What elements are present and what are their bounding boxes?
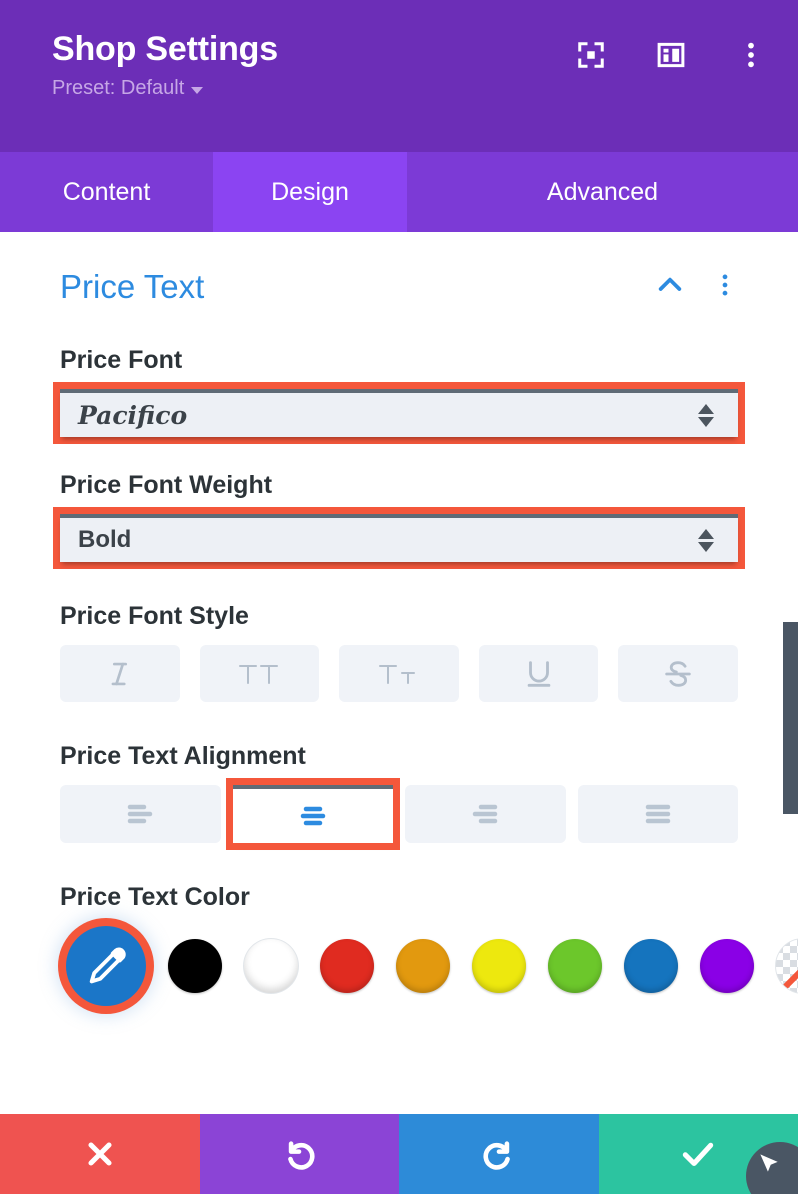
align-justify-button[interactable]: [577, 785, 738, 843]
swatch-transparent[interactable]: [776, 939, 798, 993]
cancel-button[interactable]: [0, 1114, 200, 1194]
label-price-font-weight: Price Font Weight: [60, 471, 273, 499]
label-price-text-alignment: Price Text Alignment: [60, 742, 306, 770]
swatch-white[interactable]: [244, 939, 298, 993]
price-font-select[interactable]: Pacifico: [53, 382, 745, 444]
tab-content[interactable]: Content: [0, 152, 213, 232]
select-spinner-icon: [698, 403, 714, 427]
layout-panel-icon[interactable]: [656, 40, 686, 70]
swatch-orange[interactable]: [396, 939, 450, 993]
underline-button[interactable]: [478, 645, 599, 702]
swatch-black[interactable]: [168, 939, 222, 993]
uppercase-button[interactable]: [199, 645, 320, 702]
redo-button[interactable]: [399, 1114, 599, 1194]
tab-design[interactable]: Design: [213, 152, 407, 232]
price-font-weight-value: Bold: [78, 526, 132, 553]
swatch-red[interactable]: [320, 939, 374, 993]
settings-body: Price Text Price Font Pacifico Price Fon…: [0, 232, 798, 1114]
strikethrough-button[interactable]: [618, 645, 738, 702]
price-text-color-swatches: [60, 926, 798, 1006]
chevron-down-icon: [191, 86, 204, 94]
price-text-alignment-buttons: [60, 778, 738, 850]
cursor-pointer-icon: [760, 1153, 793, 1192]
eyedropper-button[interactable]: [66, 926, 146, 1006]
close-icon: [82, 1136, 118, 1172]
section-overflow-menu-icon[interactable]: [712, 270, 738, 305]
overflow-menu-icon[interactable]: [736, 40, 766, 70]
swatch-yellow[interactable]: [472, 939, 526, 993]
vertical-scrollbar-thumb[interactable]: [783, 622, 798, 814]
label-price-font: Price Font: [60, 346, 183, 374]
redo-arrow-icon: [480, 1135, 518, 1173]
italic-button[interactable]: [60, 645, 180, 702]
settings-tabs: Content Design Advanced: [0, 152, 798, 232]
preset-label: Preset: Default: [52, 77, 185, 99]
price-font-style-buttons: [60, 645, 738, 702]
select-spinner-icon: [698, 528, 714, 552]
align-right-button[interactable]: [405, 785, 566, 843]
section-header-price-text: Price Text: [60, 232, 738, 312]
undo-button[interactable]: [199, 1114, 399, 1194]
tab-advanced[interactable]: Advanced: [407, 152, 798, 232]
chevron-up-icon[interactable]: [654, 269, 686, 306]
swatch-blue[interactable]: [624, 939, 678, 993]
small-caps-button[interactable]: [339, 645, 459, 702]
focus-target-icon[interactable]: [576, 40, 606, 70]
label-price-font-style: Price Font Style: [60, 602, 249, 630]
preset-selector[interactable]: Preset: Default: [52, 77, 768, 100]
panel-header: Shop Settings Preset: Default: [0, 0, 798, 152]
label-price-text-color: Price Text Color: [60, 883, 250, 911]
align-center-button[interactable]: [225, 778, 400, 850]
price-font-weight-select[interactable]: Bold: [53, 507, 745, 569]
section-header-actions: [654, 269, 738, 306]
section-title: Price Text: [60, 268, 205, 305]
header-actions: [576, 40, 766, 70]
align-left-button[interactable]: [60, 785, 221, 843]
panel-action-bar: [0, 1114, 798, 1194]
swatch-green[interactable]: [548, 939, 602, 993]
price-font-value: Pacifico: [78, 400, 188, 430]
check-icon: [679, 1135, 717, 1173]
swatch-purple[interactable]: [700, 939, 754, 993]
divi-module-settings-panel: Shop Settings Preset: Default Content De…: [0, 0, 798, 1194]
undo-arrow-icon: [280, 1135, 318, 1173]
